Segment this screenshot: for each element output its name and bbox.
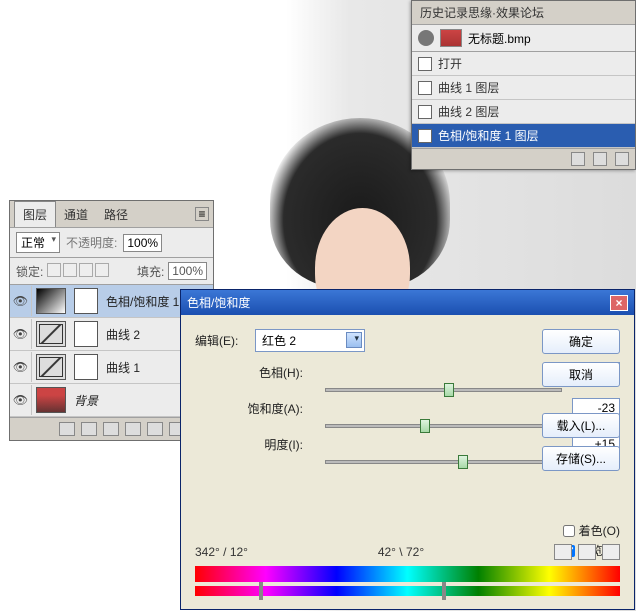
slider-thumb[interactable] bbox=[458, 455, 468, 469]
spectrum-bar-bottom[interactable] bbox=[195, 586, 620, 596]
panel-menu-icon[interactable]: ≡ bbox=[195, 207, 209, 221]
layer-mask bbox=[74, 321, 98, 347]
dialog-buttons: 确定 取消 载入(L)... 存储(S)... bbox=[542, 329, 620, 471]
history-item[interactable]: 曲线 2 图层 bbox=[412, 100, 635, 124]
layer-mask bbox=[74, 288, 98, 314]
dialog-titlebar[interactable]: 色相/饱和度 × bbox=[181, 290, 634, 315]
cancel-button[interactable]: 取消 bbox=[542, 362, 620, 387]
layer-thumb bbox=[36, 354, 66, 380]
hue-label: 色相(H): bbox=[245, 364, 315, 381]
layer-thumb bbox=[36, 387, 66, 413]
visibility-icon[interactable]: 👁 bbox=[10, 385, 32, 415]
dialog-footer: 342° / 12° 42° \ 72° bbox=[195, 544, 620, 600]
history-tab[interactable]: 历史记录思缘·效果论坛 bbox=[412, 1, 635, 25]
opacity-value[interactable]: 100% bbox=[123, 234, 162, 252]
edit-select[interactable]: 红色 2 bbox=[255, 329, 365, 352]
folder-icon[interactable] bbox=[147, 422, 163, 436]
saturation-slider[interactable] bbox=[325, 424, 562, 428]
trash-icon[interactable] bbox=[615, 152, 629, 166]
angle-left: 342° / 12° bbox=[195, 545, 248, 559]
visibility-icon[interactable]: 👁 bbox=[10, 319, 32, 349]
layers-controls: 正常 不透明度: 100% bbox=[10, 228, 213, 258]
layer-name: 曲线 1 bbox=[102, 359, 140, 376]
visibility-icon[interactable]: 👁 bbox=[10, 286, 32, 316]
lock-all-icon[interactable] bbox=[95, 263, 109, 277]
load-button[interactable]: 载入(L)... bbox=[542, 413, 620, 438]
lock-transparent-icon[interactable] bbox=[47, 263, 61, 277]
layer-thumb bbox=[36, 288, 66, 314]
brush-icon bbox=[418, 30, 434, 46]
close-button[interactable]: × bbox=[610, 295, 628, 311]
lock-position-icon[interactable] bbox=[79, 263, 93, 277]
page-icon bbox=[418, 129, 432, 143]
page-icon bbox=[418, 81, 432, 95]
new-doc-icon[interactable] bbox=[593, 152, 607, 166]
hue-slider[interactable] bbox=[325, 388, 562, 392]
slider-thumb[interactable] bbox=[444, 383, 454, 397]
dialog-title: 色相/饱和度 bbox=[187, 294, 250, 311]
colorize-check[interactable] bbox=[563, 525, 575, 537]
lock-image-icon[interactable] bbox=[63, 263, 77, 277]
page-icon bbox=[418, 105, 432, 119]
layer-name: 背景 bbox=[70, 392, 98, 409]
lock-icons bbox=[47, 263, 111, 280]
eyedropper-group bbox=[554, 544, 620, 560]
tab-channels[interactable]: 通道 bbox=[56, 202, 96, 227]
saturation-label: 饱和度(A): bbox=[245, 400, 315, 417]
fill-label: 填充: bbox=[137, 263, 164, 280]
hue-saturation-dialog: 色相/饱和度 × 编辑(E): 红色 2 色相(H): 0 饱和度(A): -2… bbox=[180, 289, 635, 610]
blend-mode-select[interactable]: 正常 bbox=[16, 232, 60, 253]
save-button[interactable]: 存储(S)... bbox=[542, 446, 620, 471]
tab-layers[interactable]: 图层 bbox=[14, 201, 56, 227]
layer-mask bbox=[74, 354, 98, 380]
layer-name: 色相/饱和度 1 bbox=[102, 293, 179, 310]
lightness-label: 明度(I): bbox=[245, 436, 315, 453]
new-snapshot-icon[interactable] bbox=[571, 152, 585, 166]
layer-thumb bbox=[36, 321, 66, 347]
opacity-label: 不透明度: bbox=[66, 234, 117, 251]
visibility-icon[interactable]: 👁 bbox=[10, 352, 32, 382]
fill-value[interactable]: 100% bbox=[168, 262, 207, 280]
adjustment-icon[interactable] bbox=[125, 422, 141, 436]
history-item-selected[interactable]: 色相/饱和度 1 图层 bbox=[412, 124, 635, 148]
mask-icon[interactable] bbox=[103, 422, 119, 436]
history-item[interactable]: 打开 bbox=[412, 52, 635, 76]
edit-label: 编辑(E): bbox=[195, 332, 255, 349]
lightness-slider[interactable] bbox=[325, 460, 562, 464]
doc-thumbnail bbox=[440, 29, 462, 47]
layers-panel-head: 图层 通道 路径 ≡ bbox=[10, 201, 213, 228]
history-toolbar bbox=[412, 148, 635, 169]
angle-right: 42° \ 72° bbox=[378, 545, 424, 559]
page-icon bbox=[418, 57, 432, 71]
history-list: 打开 曲线 1 图层 曲线 2 图层 色相/饱和度 1 图层 bbox=[412, 52, 635, 148]
layers-lock-row: 锁定: 填充: 100% bbox=[10, 258, 213, 285]
history-tab-label: 历史记录思缘·效果论坛 bbox=[412, 1, 552, 24]
lock-label: 锁定: bbox=[16, 263, 43, 280]
eyedropper-plus-icon[interactable] bbox=[578, 544, 596, 560]
eyedropper-icon[interactable] bbox=[554, 544, 572, 560]
history-panel: 历史记录思缘·效果论坛 无标题.bmp 打开 曲线 1 图层 曲线 2 图层 色… bbox=[411, 0, 636, 170]
ok-button[interactable]: 确定 bbox=[542, 329, 620, 354]
tab-paths[interactable]: 路径 bbox=[96, 202, 136, 227]
link-icon[interactable] bbox=[59, 422, 75, 436]
doc-name: 无标题.bmp bbox=[468, 30, 531, 47]
history-doc-row[interactable]: 无标题.bmp bbox=[412, 25, 635, 52]
layer-name: 曲线 2 bbox=[102, 326, 140, 343]
slider-thumb[interactable] bbox=[420, 419, 430, 433]
eyedropper-minus-icon[interactable] bbox=[602, 544, 620, 560]
colorize-checkbox[interactable]: 着色(O) bbox=[563, 522, 620, 539]
spectrum-bar-top bbox=[195, 566, 620, 582]
history-item[interactable]: 曲线 1 图层 bbox=[412, 76, 635, 100]
fx-icon[interactable] bbox=[81, 422, 97, 436]
